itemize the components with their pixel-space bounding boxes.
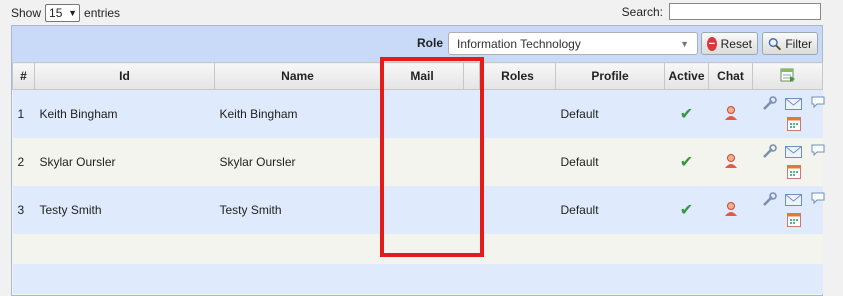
- entries-value: 15: [49, 6, 63, 20]
- export-icon[interactable]: [780, 67, 796, 83]
- wrench-icon[interactable]: [761, 96, 777, 112]
- search-label: Search:: [621, 4, 663, 19]
- speech-bubble-icon[interactable]: [811, 96, 825, 108]
- wrench-icon[interactable]: [761, 192, 777, 208]
- cell-spacer: [463, 138, 480, 186]
- speech-bubble-icon[interactable]: [811, 192, 825, 204]
- cell-mail: [380, 138, 464, 186]
- reset-label: Reset: [720, 36, 752, 51]
- magnifier-icon: [768, 37, 782, 50]
- users-panel: Role Information Technology ▼ − Reset Fi…: [11, 25, 825, 296]
- cell-name: Keith Bingham: [214, 89, 381, 138]
- cell-chat: [708, 186, 753, 234]
- filter-button[interactable]: Filter: [762, 32, 818, 55]
- cell-num: 2: [12, 138, 35, 186]
- cell-chat: [708, 89, 753, 138]
- search-input[interactable]: [669, 3, 821, 20]
- cell-roles: [479, 89, 556, 138]
- col-header-export[interactable]: [752, 62, 823, 90]
- row-actions: [758, 138, 825, 186]
- cell-spacer: [463, 89, 480, 138]
- cell-id: Skylar Oursler: [34, 138, 215, 186]
- empty-row: [12, 264, 823, 294]
- table-row[interactable]: 2 Skylar Oursler Skylar Oursler Default …: [12, 138, 825, 186]
- empty-row: [12, 234, 823, 264]
- cell-chat: [708, 138, 753, 186]
- cell-profile: Default: [555, 138, 665, 186]
- person-icon[interactable]: [724, 201, 738, 217]
- cell-roles: [479, 138, 556, 186]
- wrench-icon[interactable]: [761, 144, 777, 160]
- col-header-profile[interactable]: Profile: [555, 62, 665, 90]
- row-actions: [758, 186, 825, 234]
- header-row: # Id Name Mail Roles Profile Active Chat: [12, 62, 823, 90]
- users-table: # Id Name Mail Roles Profile Active Chat: [12, 62, 825, 294]
- check-icon: ✔: [679, 154, 694, 171]
- cell-num: 1: [12, 89, 35, 138]
- speech-bubble-icon[interactable]: [811, 144, 825, 156]
- envelope-icon[interactable]: [784, 146, 802, 158]
- cell-name: Testy Smith: [214, 186, 381, 234]
- col-header-mail[interactable]: Mail: [380, 62, 464, 90]
- length-menu: Show 15 ▼ entries: [11, 4, 120, 22]
- cell-roles: [479, 186, 556, 234]
- row-actions: [758, 90, 825, 138]
- col-header-num[interactable]: #: [12, 62, 35, 90]
- cell-profile: Default: [555, 186, 665, 234]
- cell-actions: [752, 89, 825, 138]
- role-select-value: Information Technology: [457, 36, 581, 51]
- calendar-icon[interactable]: [786, 117, 801, 131]
- cell-id: Testy Smith: [34, 186, 215, 234]
- cell-mail: [380, 186, 464, 234]
- cell-spacer: [463, 186, 480, 234]
- entries-label: entries: [84, 6, 121, 20]
- cell-profile: Default: [555, 89, 665, 138]
- col-header-chat[interactable]: Chat: [708, 62, 753, 90]
- entries-select[interactable]: 15 ▼: [45, 4, 81, 22]
- envelope-icon[interactable]: [784, 98, 802, 110]
- table-row[interactable]: 1 Keith Bingham Keith Bingham Default ✔: [12, 89, 825, 138]
- role-label: Role: [417, 36, 444, 50]
- cell-actions: [752, 186, 825, 234]
- search: Search:: [622, 3, 821, 20]
- col-header-id[interactable]: Id: [34, 62, 215, 90]
- col-header-roles[interactable]: Roles: [479, 62, 556, 90]
- table-controls: Show 15 ▼ entries Search:: [0, 0, 843, 25]
- role-select[interactable]: Information Technology ▼: [448, 32, 698, 55]
- cell-mail: [380, 89, 464, 138]
- check-icon: ✔: [679, 106, 694, 123]
- col-header-spacer: [463, 62, 480, 90]
- person-icon[interactable]: [724, 105, 738, 121]
- cell-actions: [752, 138, 825, 186]
- envelope-icon[interactable]: [784, 194, 802, 206]
- cell-active: ✔: [664, 89, 709, 138]
- filter-toolbar: Role Information Technology ▼ − Reset Fi…: [12, 26, 822, 62]
- calendar-icon[interactable]: [786, 165, 801, 179]
- person-icon[interactable]: [724, 153, 738, 169]
- calendar-icon[interactable]: [786, 213, 801, 227]
- cell-id: Keith Bingham: [34, 89, 215, 138]
- cell-active: ✔: [664, 186, 709, 234]
- filter-label: Filter: [785, 36, 812, 51]
- table-row[interactable]: 3 Testy Smith Testy Smith Default ✔: [12, 186, 825, 234]
- cell-active: ✔: [664, 138, 709, 186]
- show-label: Show: [11, 6, 42, 20]
- cell-name: Skylar Oursler: [214, 138, 381, 186]
- check-icon: ✔: [679, 202, 694, 219]
- reset-button[interactable]: − Reset: [701, 32, 758, 55]
- chevron-down-icon: ▼: [680, 38, 689, 49]
- cell-num: 3: [12, 186, 35, 234]
- reset-icon: −: [707, 36, 717, 51]
- col-header-name[interactable]: Name: [214, 62, 381, 90]
- chevron-down-icon: ▼: [68, 8, 78, 18]
- col-header-active[interactable]: Active: [664, 62, 709, 90]
